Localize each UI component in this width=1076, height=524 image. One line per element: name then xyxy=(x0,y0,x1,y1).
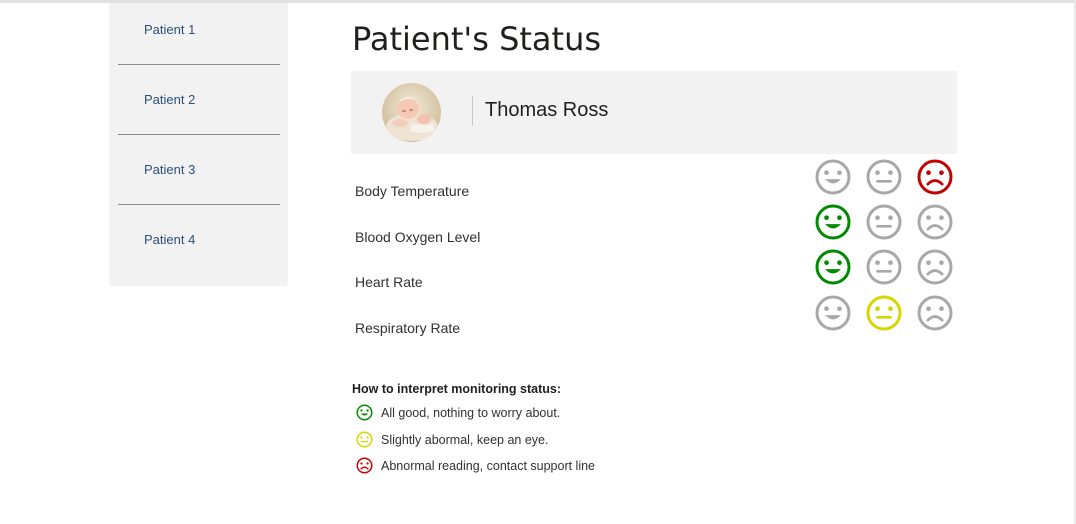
sidebar-item-patient-4[interactable]: Patient 4 xyxy=(118,205,280,275)
sidebar-item-patient-3[interactable]: Patient 3 xyxy=(118,135,280,205)
legend-text: Slightly abormal, keep an eye. xyxy=(381,433,549,447)
smiley-neutral-icon[interactable] xyxy=(866,204,902,240)
metric-label-body-temperature: Body Temperature xyxy=(355,183,470,199)
sidebar-item-label: Patient 2 xyxy=(144,92,196,107)
smiley-happy-icon[interactable] xyxy=(815,249,851,285)
smiley-neutral-icon[interactable] xyxy=(866,295,902,331)
sidebar-item-label: Patient 4 xyxy=(144,232,196,247)
metric-label-respiratory-rate: Respiratory Rate xyxy=(355,320,461,336)
sidebar-item-patient-1[interactable]: Patient 1 xyxy=(118,0,280,65)
card-divider xyxy=(472,96,473,126)
smiley-neutral-icon[interactable] xyxy=(866,159,902,195)
metric-label-blood-oxygen: Blood Oxygen Level xyxy=(355,229,481,245)
patient-name: Thomas Ross xyxy=(485,99,609,121)
legend-text: All good, nothing to worry about. xyxy=(381,406,561,420)
smiley-happy-icon[interactable] xyxy=(815,204,851,240)
sidebar-item-label: Patient 3 xyxy=(144,162,196,177)
smiley-sad-icon[interactable] xyxy=(917,159,953,195)
patient-card: Thomas Ross xyxy=(351,71,957,154)
smiley-neutral-icon[interactable] xyxy=(866,249,902,285)
smiley-happy-icon[interactable] xyxy=(815,295,851,331)
smiley-sad-icon[interactable] xyxy=(917,249,953,285)
patient-avatar xyxy=(382,83,441,142)
smiley-sad-icon[interactable] xyxy=(917,204,953,240)
smiley-sad-icon xyxy=(356,457,373,474)
page-title: Patient's Status xyxy=(352,20,602,58)
metric-label-heart-rate: Heart Rate xyxy=(355,274,423,290)
legend-title: How to interpret monitoring status: xyxy=(352,382,562,396)
smiley-happy-icon[interactable] xyxy=(815,159,851,195)
smiley-sad-icon[interactable] xyxy=(917,295,953,331)
smiley-happy-icon xyxy=(356,404,373,421)
patient-sidebar: Patient 1 Patient 2 Patient 3 Patient 4 xyxy=(109,3,288,286)
legend-text: Abnormal reading, contact support line xyxy=(381,459,596,473)
smiley-neutral-icon xyxy=(356,431,373,448)
sidebar-item-label: Patient 1 xyxy=(144,22,196,37)
sidebar-item-patient-2[interactable]: Patient 2 xyxy=(118,65,280,135)
